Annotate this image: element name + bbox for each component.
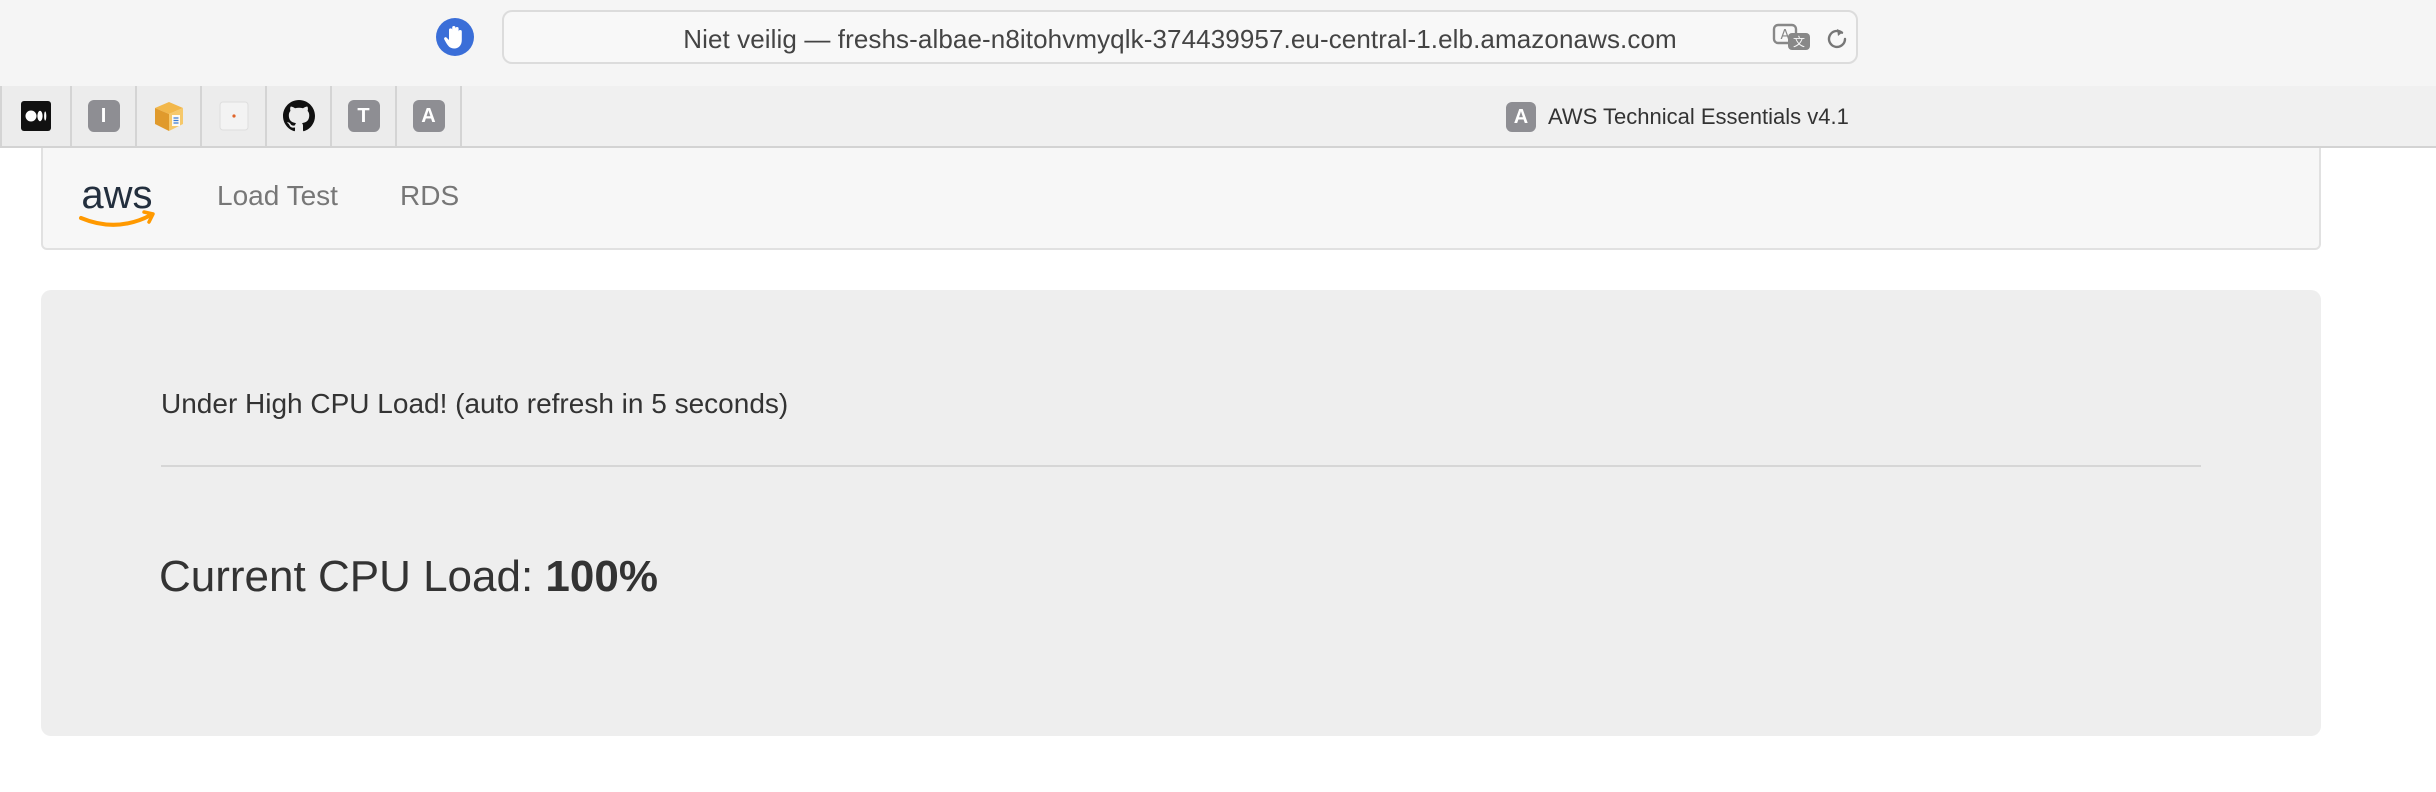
cpu-load-panel: Under High CPU Load! (auto refresh in 5 … — [41, 290, 2321, 736]
favorite-a[interactable]: A — [397, 86, 462, 146]
nav-link-load-test[interactable]: Load Test — [217, 180, 338, 212]
aws-logo[interactable]: aws — [75, 174, 159, 232]
cpu-load-label: Current CPU Load: — [159, 552, 546, 601]
address-bar-text[interactable]: Niet veilig — freshs-albae-n8itohvmyqlk-… — [504, 24, 1856, 55]
letter-t-icon: T — [347, 100, 380, 132]
letter-a-icon: A — [412, 100, 445, 132]
favorites-bar: I T A — [0, 86, 462, 148]
nav-link-rds[interactable]: RDS — [400, 180, 459, 212]
favorite-dot[interactable] — [202, 86, 267, 146]
favorite-package[interactable] — [137, 86, 202, 146]
cpu-load-value: 100% — [545, 552, 658, 601]
active-tab-title: AWS Technical Essentials v4.1 — [1548, 104, 1849, 129]
active-tab[interactable]: A AWS Technical Essentials v4.1 — [1506, 98, 1849, 136]
tab-favicon-icon: A — [1506, 102, 1536, 132]
reload-icon[interactable] — [1822, 24, 1852, 54]
github-icon — [282, 100, 315, 132]
svg-text:文: 文 — [1793, 34, 1805, 49]
status-message: Under High CPU Load! (auto refresh in 5 … — [161, 388, 789, 419]
privacy-shield-icon[interactable] — [436, 18, 474, 56]
favorite-medium[interactable] — [0, 86, 72, 146]
favorite-github[interactable] — [267, 86, 332, 146]
translate-icon[interactable]: A 文 — [1772, 23, 1812, 53]
site-navbar: aws Load Test RDS — [41, 148, 2321, 250]
medium-icon — [21, 101, 51, 131]
cpu-load-readout: Current CPU Load: 100% — [159, 552, 658, 602]
favorite-i[interactable]: I — [72, 86, 137, 146]
browser-toolbar: Niet veilig — freshs-albae-n8itohvmyqlk-… — [0, 0, 2436, 86]
package-icon — [154, 102, 183, 131]
favorite-t[interactable]: T — [332, 86, 397, 146]
dot-icon — [219, 101, 248, 131]
address-bar[interactable]: Niet veilig — freshs-albae-n8itohvmyqlk-… — [502, 10, 1858, 64]
divider — [161, 465, 2201, 467]
aws-logo-text: aws — [81, 174, 152, 217]
letter-i-icon: I — [87, 100, 120, 132]
